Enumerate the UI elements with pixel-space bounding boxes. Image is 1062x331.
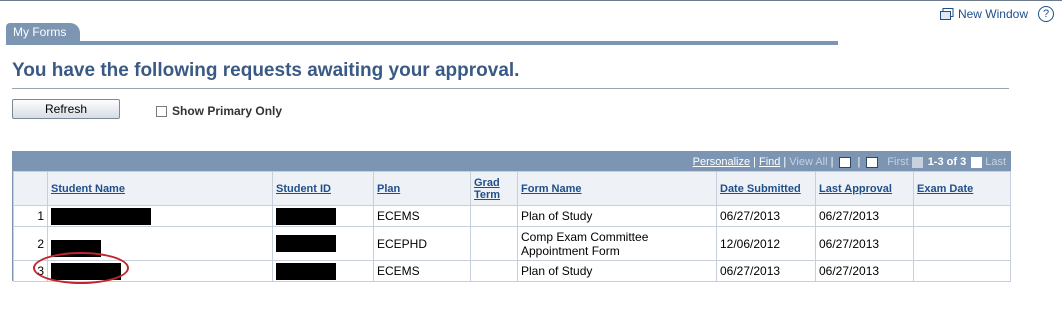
column-header-date-submitted[interactable]: Date Submitted bbox=[716, 171, 816, 206]
page-title: You have the following requests awaiting… bbox=[12, 60, 520, 81]
table-row[interactable]: 3 ECEMS Plan of Study 06/27/2013 06/27/2… bbox=[13, 260, 1011, 282]
grid-navigation: Personalize | Find | View All | | First … bbox=[693, 156, 1006, 168]
nav-separator: | bbox=[857, 156, 861, 168]
new-window-icon[interactable] bbox=[939, 8, 954, 20]
new-window-link[interactable]: New Window bbox=[958, 7, 1028, 21]
approval-grid: Personalize | Find | View All | | First … bbox=[12, 151, 1011, 282]
nav-separator: | bbox=[783, 156, 787, 168]
column-header-student-name[interactable]: Student Name bbox=[47, 171, 273, 206]
table-row[interactable]: 2 ECEPHD Comp Exam Committee Appointment… bbox=[13, 226, 1011, 261]
view-all-link[interactable]: View All bbox=[789, 156, 827, 168]
last-approval-cell: 06/27/2013 bbox=[815, 226, 914, 261]
grad-term-cell bbox=[470, 205, 518, 227]
show-primary-checkbox[interactable] bbox=[156, 105, 167, 117]
exam-date-cell bbox=[913, 260, 1011, 282]
table-row[interactable]: 1 ECEMS Plan of Study 06/27/2013 06/27/2… bbox=[13, 205, 1011, 227]
date-submitted-cell: 06/27/2013 bbox=[716, 260, 816, 282]
grad-term-cell bbox=[470, 226, 518, 261]
first-link[interactable]: First bbox=[887, 156, 908, 168]
table-header-row: Student Name Student ID Plan Grad Term F… bbox=[13, 171, 1011, 206]
student-id-cell bbox=[272, 260, 374, 282]
tab-bar bbox=[6, 41, 838, 45]
exam-date-cell bbox=[913, 205, 1011, 227]
last-link[interactable]: Last bbox=[985, 156, 1006, 168]
requests-table: Student Name Student ID Plan Grad Term F… bbox=[13, 171, 1011, 282]
last-approval-cell: 06/27/2013 bbox=[815, 205, 914, 227]
column-header-student-id[interactable]: Student ID bbox=[272, 171, 374, 206]
column-header-exam-date[interactable]: Exam Date bbox=[913, 171, 1011, 206]
redacted-id bbox=[276, 235, 336, 252]
refresh-button[interactable]: Refresh bbox=[12, 99, 120, 119]
redacted-id bbox=[276, 207, 336, 225]
redacted-name bbox=[51, 207, 151, 225]
form-name-cell: Plan of Study bbox=[517, 260, 717, 282]
column-header-plan[interactable]: Plan bbox=[373, 171, 471, 206]
column-header-grad-term[interactable]: Grad Term bbox=[470, 171, 518, 206]
row-number: 1 bbox=[13, 205, 48, 227]
column-header-last-approval[interactable]: Last Approval bbox=[815, 171, 914, 206]
show-primary-label: Show Primary Only bbox=[172, 104, 283, 118]
previous-arrow-icon[interactable] bbox=[911, 156, 923, 168]
personalize-link[interactable]: Personalize bbox=[693, 156, 750, 168]
student-name-cell[interactable] bbox=[47, 205, 273, 227]
nav-separator: | bbox=[830, 156, 834, 168]
top-border bbox=[0, 0, 1062, 1]
last-approval-cell: 06/27/2013 bbox=[815, 260, 914, 282]
download-grid-icon[interactable] bbox=[866, 156, 879, 168]
plan-cell: ECEMS bbox=[373, 205, 471, 227]
show-primary-option[interactable]: Show Primary Only bbox=[156, 104, 282, 118]
help-icon[interactable]: ? bbox=[1038, 6, 1054, 22]
plan-cell: ECEMS bbox=[373, 260, 471, 282]
nav-separator: | bbox=[753, 156, 756, 168]
column-header-form-name[interactable]: Form Name bbox=[517, 171, 717, 206]
date-submitted-cell: 12/06/2012 bbox=[716, 226, 816, 261]
tab-my-forms[interactable]: My Forms bbox=[6, 23, 81, 42]
next-arrow-icon[interactable] bbox=[971, 156, 983, 168]
student-id-cell bbox=[272, 205, 374, 227]
annotation-circle bbox=[33, 252, 129, 284]
page-range: 1-3 of 3 bbox=[927, 156, 967, 168]
plan-cell: ECEPHD bbox=[373, 226, 471, 261]
redacted-id bbox=[276, 262, 336, 280]
form-name-cell: Comp Exam Committee Appointment Form bbox=[517, 226, 717, 261]
grid-header-bar: Personalize | Find | View All | | First … bbox=[13, 152, 1010, 171]
zoom-grid-icon[interactable] bbox=[839, 156, 852, 168]
student-id-cell bbox=[272, 226, 374, 261]
column-header-number bbox=[13, 171, 48, 206]
date-submitted-cell: 06/27/2013 bbox=[716, 205, 816, 227]
form-name-cell: Plan of Study bbox=[517, 205, 717, 227]
top-links: New Window ? bbox=[939, 6, 1054, 22]
find-link[interactable]: Find bbox=[759, 156, 780, 168]
grad-term-cell bbox=[470, 260, 518, 282]
row-number: 2 bbox=[13, 226, 48, 261]
exam-date-cell bbox=[913, 226, 1011, 261]
title-divider bbox=[12, 88, 1009, 89]
